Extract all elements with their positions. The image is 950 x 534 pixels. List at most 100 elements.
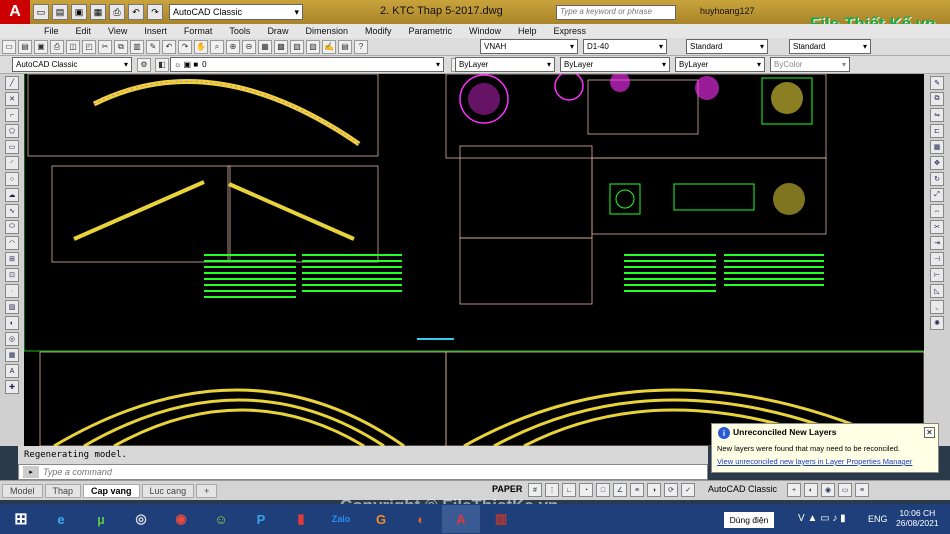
table-style-dropdown[interactable]: Standard ▾ (686, 39, 768, 54)
multiline-text-icon[interactable]: A (5, 364, 19, 378)
user-account[interactable]: huyhoang127 (700, 6, 755, 16)
winrar-icon[interactable]: ▥ (482, 505, 520, 533)
paste-icon[interactable]: ▥ (130, 39, 144, 54)
tab-model[interactable]: Model (2, 483, 43, 498)
snap-icon[interactable]: ⋮ (545, 483, 559, 497)
otrack-icon[interactable]: ∠ (613, 483, 627, 497)
selection-cycling-icon[interactable]: ⟳ (664, 483, 678, 497)
workspace-switch[interactable]: AutoCAD Classic (708, 484, 777, 494)
layer-properties-icon[interactable]: ◧ (155, 57, 169, 72)
menu-modify[interactable]: Modify (365, 26, 392, 36)
menu-express[interactable]: Express (554, 26, 587, 36)
cut-icon[interactable]: ✂ (98, 39, 112, 54)
undo-icon[interactable]: ↶ (162, 39, 176, 54)
text-style-dropdown[interactable]: VNAH ▾ (480, 39, 578, 54)
autocad-taskbar-icon[interactable]: A (442, 505, 480, 533)
arc-icon[interactable]: ◜ (5, 156, 19, 170)
menu-help[interactable]: Help (518, 26, 537, 36)
tab-luc-cang[interactable]: Luc cang (141, 483, 195, 498)
menu-dimension[interactable]: Dimension (305, 26, 348, 36)
rectangle-icon[interactable]: ▭ (5, 140, 19, 154)
ortho-icon[interactable]: ∟ (562, 483, 576, 497)
command-line[interactable]: ▸ (18, 464, 708, 480)
join-icon[interactable]: ⊢ (930, 268, 944, 282)
menu-file[interactable]: File (44, 26, 59, 36)
insert-block-icon[interactable]: ⊞ (5, 252, 19, 266)
polar-icon[interactable]: ◔ (579, 483, 593, 497)
markup-icon[interactable]: ✍ (322, 39, 336, 54)
design-center-icon[interactable]: ▩ (274, 39, 288, 54)
tab-cap-vang[interactable]: Cap vang (83, 483, 140, 498)
space-toggle[interactable]: PAPER (492, 484, 522, 494)
plotstyle-dropdown[interactable]: ByColor ▾ (770, 57, 850, 72)
lineweight-icon[interactable]: ≡ (630, 483, 644, 497)
customize-icon[interactable]: ≡ (855, 483, 869, 497)
polyline-icon[interactable]: ⌐ (5, 108, 19, 122)
tab-thap[interactable]: Thap (44, 483, 82, 498)
polygon-icon[interactable]: ⬠ (5, 124, 19, 138)
add-layout-button[interactable]: + (196, 483, 218, 498)
windows-start-icon[interactable]: ⊞ (2, 505, 40, 533)
save-as-icon[interactable]: ▦ (90, 4, 106, 20)
language-indicator[interactable]: ENG (868, 514, 888, 524)
pan-icon[interactable]: ✋ (194, 39, 208, 54)
isolate-icon[interactable]: ◐ (804, 483, 818, 497)
clean-screen-icon[interactable]: ▭ (838, 483, 852, 497)
help-icon[interactable]: ? (354, 39, 368, 54)
tool-palettes-icon[interactable]: ▧ (290, 39, 304, 54)
workspace-dropdown[interactable]: AutoCAD Classic ▾ (12, 57, 132, 72)
zoom-previous-icon[interactable]: ⊖ (242, 39, 256, 54)
sheet-set-icon[interactable]: ▨ (306, 39, 320, 54)
tray-icons[interactable]: V ▲ ▭ ♪ ▮ (798, 513, 846, 524)
redo-icon[interactable]: ↷ (178, 39, 192, 54)
internet-explorer-icon[interactable]: e (42, 505, 80, 533)
close-icon[interactable]: ✕ (924, 427, 935, 438)
ultraviewer-icon[interactable]: P (242, 505, 280, 533)
transparency-icon[interactable]: ◑ (647, 483, 661, 497)
mirror-icon[interactable]: ⇋ (930, 108, 944, 122)
layer-manager-link[interactable]: View unreconciled new layers in Layer Pr… (717, 457, 933, 466)
workspace-settings-icon[interactable]: ⚙ (137, 57, 151, 72)
save-icon[interactable]: ▣ (71, 4, 87, 20)
menu-edit[interactable]: Edit (76, 26, 92, 36)
offset-icon[interactable]: ⊏ (930, 124, 944, 138)
menu-tools[interactable]: Tools (229, 26, 250, 36)
menu-draw[interactable]: Draw (267, 26, 288, 36)
undo-icon[interactable]: ↶ (128, 4, 144, 20)
extend-icon[interactable]: ⇥ (930, 236, 944, 250)
menu-window[interactable]: Window (469, 26, 501, 36)
chrome-icon[interactable]: ◉ (162, 505, 200, 533)
trim-icon[interactable]: ✂ (930, 220, 944, 234)
add-icon[interactable]: + (787, 483, 801, 497)
rotate-icon[interactable]: ↻ (930, 172, 944, 186)
menu-format[interactable]: Format (184, 26, 213, 36)
spline-icon[interactable]: ∿ (5, 204, 19, 218)
autocad-app-logo[interactable]: A (0, 0, 30, 24)
array-icon[interactable]: ▦ (930, 140, 944, 154)
app-icon[interactable]: ◎ (122, 505, 160, 533)
match-properties-icon[interactable]: ✎ (146, 39, 160, 54)
zalo-icon[interactable]: Zalo (322, 505, 360, 533)
hatch-icon[interactable]: ▨ (5, 300, 19, 314)
zoom-window-icon[interactable]: ⊕ (226, 39, 240, 54)
chamfer-icon[interactable]: ◺ (930, 284, 944, 298)
search-input[interactable]: Type a keyword or phrase (556, 5, 676, 20)
coccoc-icon[interactable]: ☺ (202, 505, 240, 533)
new-file-icon[interactable]: ▭ (33, 4, 49, 20)
clock[interactable]: 10:06 CH 26/08/2021 (896, 508, 939, 528)
revision-cloud-icon[interactable]: ☁ (5, 188, 19, 202)
drawing-canvas[interactable] (24, 74, 924, 446)
multileader-style-dropdown[interactable]: Standard ▾ (789, 39, 871, 54)
scale-icon[interactable]: ⤢ (930, 188, 944, 202)
zoom-realtime-icon[interactable]: ⌕ (210, 39, 224, 54)
point-icon[interactable]: · (5, 284, 19, 298)
open-icon[interactable]: ▤ (18, 39, 32, 54)
stretch-icon[interactable]: ⇔ (930, 204, 944, 218)
erase-icon[interactable]: ✎ (930, 76, 944, 90)
workspace-dropdown[interactable]: AutoCAD Classic ▾ (169, 4, 303, 20)
line-icon[interactable]: ╱ (5, 76, 19, 90)
break-icon[interactable]: ⊣ (930, 252, 944, 266)
lineweight-dropdown[interactable]: ByLayer ▾ (675, 57, 765, 72)
dim-style-dropdown[interactable]: D1-40 ▾ (583, 39, 667, 54)
region-icon[interactable]: ◎ (5, 332, 19, 346)
